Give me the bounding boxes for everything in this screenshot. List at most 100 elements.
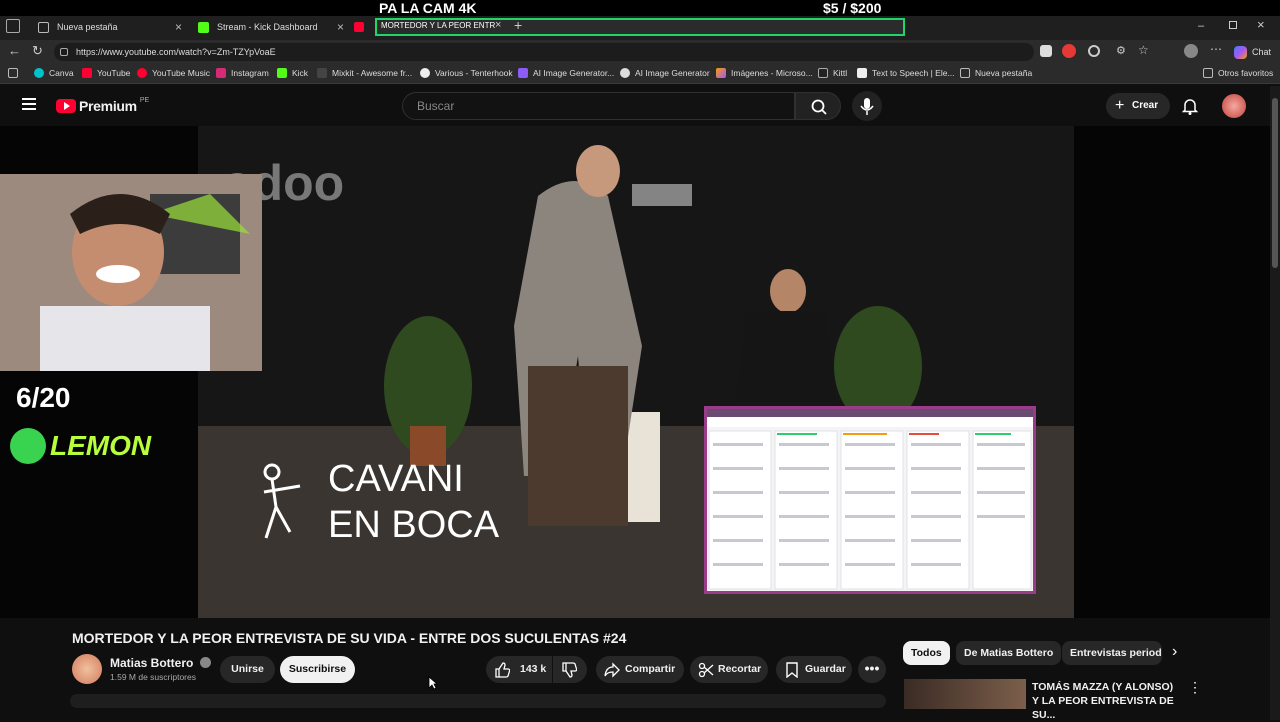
bookmarks-menu-icon[interactable] [8,68,23,78]
join-button[interactable]: Unirse [220,656,275,683]
bookmark-microsoft-images[interactable]: Imágenes - Microso... [716,68,813,78]
extensions-icon[interactable]: ⚙ [1116,44,1126,57]
tab-label: MORTEDOR Y LA PEOR ENTR [381,21,496,30]
scrollbar-thumb[interactable] [1272,98,1278,268]
channel-name[interactable]: Matias Bottero [110,656,211,670]
youtube-premium-logo[interactable]: Premium PE [56,97,149,114]
overlay-counter: 6/20 [16,382,71,413]
copilot-icon [1234,45,1247,59]
bookmark-youtube[interactable]: YouTube [82,68,130,78]
recommended-video-title[interactable]: TOMÁS MAZZA (Y ALONSO) Y LA PEOR ENTREVI… [1032,680,1178,722]
chip-interviews[interactable]: Entrevistas periodís [1062,641,1162,665]
more-icon: ••• [864,660,880,676]
kittl-icon [818,68,828,78]
extension-icon[interactable] [1088,45,1100,57]
folder-icon [1203,68,1213,78]
reload-icon[interactable]: ↻ [32,43,43,59]
minimize-icon[interactable]: – [1198,20,1204,32]
thumbs-up-icon [494,662,510,678]
plus-icon: + [1115,97,1125,114]
close-icon[interactable]: × [175,20,182,34]
search-icon [811,99,827,115]
chat-label: Chat [1252,47,1272,57]
bookmark-youtube-music[interactable]: YouTube Music [137,68,210,78]
elevenlabs-icon [857,68,867,78]
tenterhook-icon [420,68,430,78]
bookmark-tenterhook[interactable]: Various - Tenterhook [420,68,513,78]
crm-kanban-image [707,409,1033,590]
extension-icon[interactable] [1062,44,1076,58]
kick-icon [198,21,209,33]
microphone-icon [860,98,874,115]
tab-new-tab[interactable]: Nueva pestaña × [30,16,188,38]
other-favorites[interactable]: Otros favoritos [1203,68,1273,78]
page-scrollbar[interactable] [1270,86,1280,720]
maximize-icon[interactable] [1229,21,1237,29]
hamburger-menu-icon[interactable] [22,98,36,110]
user-avatar[interactable] [1222,94,1246,118]
tab-actions-icon[interactable] [6,19,20,33]
close-icon[interactable]: × [337,20,344,34]
stream-goal-overlay: PA LA CAM 4K $5 / $200 [0,0,1280,16]
notifications-bell-icon[interactable] [1182,97,1198,115]
mouse-cursor-icon [428,676,438,690]
channel-avatar[interactable] [72,654,102,684]
chevron-right-icon[interactable]: › [1172,643,1177,661]
subscribe-button[interactable]: Suscribirse [280,656,355,683]
site-info-icon[interactable] [60,48,68,56]
bookmark-ai-image-generator-2[interactable]: AI Image Generator [620,68,710,78]
save-button[interactable]: Guardar [776,656,852,683]
bookmark-kick[interactable]: Kick [277,68,308,78]
mixkit-icon [317,68,327,78]
search-button[interactable] [795,92,841,120]
chip-from-channel[interactable]: De Matias Bottero [956,641,1062,665]
close-window-icon[interactable]: × [1257,17,1265,32]
close-icon[interactable]: × [495,19,501,31]
video-player[interactable]: odoo 6/20 LEMON CAVANI EN BOCA [0,126,1270,618]
crm-screenshot-inset [704,406,1036,594]
share-icon [604,662,620,678]
youtube-header: Premium PE Buscar + Crear [0,86,1270,126]
page-icon [960,68,970,78]
video-options-icon[interactable]: ⋮ [1188,680,1202,694]
url-field[interactable]: https://www.youtube.com/watch?v=Zm-TZYpV… [54,43,1034,61]
extension-icon[interactable] [1040,45,1052,57]
more-actions-button[interactable]: ••• [858,656,886,683]
lemon-sponsor-badge: LEMON [10,428,151,464]
dislike-button[interactable] [553,656,587,683]
tab-label: Stream - Kick Dashboard [217,22,318,32]
bookmarks-bar: Canva YouTube YouTube Music Instagram Ki… [0,64,1280,84]
tab-label: Nueva pestaña [57,22,118,32]
description-box[interactable] [70,694,886,708]
streamer-webcam [0,174,262,371]
bookmark-instagram[interactable]: Instagram [216,68,269,78]
profile-icon[interactable] [1184,44,1198,58]
share-button[interactable]: Compartir [596,656,684,683]
bookmark-mixkit[interactable]: Mixkit - Awesome fr... [317,68,412,78]
create-button[interactable]: + Crear [1106,93,1170,119]
thumbs-down-icon [561,662,577,678]
tab-youtube-active[interactable]: MORTEDOR Y LA PEOR ENTR × + [375,17,905,36]
youtube-music-icon [137,68,147,78]
video-caption: CAVANI EN BOCA [328,458,500,546]
clip-button[interactable]: Recortar [690,656,768,683]
new-tab-icon[interactable]: + [514,17,522,33]
bookmark-new-tab[interactable]: Nueva pestaña [960,68,1032,78]
recommended-video-thumbnail[interactable] [904,679,1026,709]
copilot-chat-button[interactable]: Chat [1234,43,1278,61]
bookmark-canva[interactable]: Canva [34,68,74,78]
back-icon[interactable]: ← [8,43,21,58]
bookmark-text-to-speech[interactable]: Text to Speech | Ele... [857,68,955,78]
like-button[interactable]: 143 k [486,656,552,683]
voice-search-button[interactable] [852,91,882,121]
search-input[interactable]: Buscar [402,92,795,120]
scissors-icon [698,662,714,678]
tab-kick-dashboard[interactable]: Stream - Kick Dashboard × [190,16,350,38]
favorites-icon[interactable]: ☆ [1138,43,1149,57]
chip-todos[interactable]: Todos [903,641,950,665]
bookmark-kittl[interactable]: Kittl [818,68,847,78]
ai-image-icon [518,68,528,78]
more-menu-icon[interactable]: ⋯ [1210,42,1222,56]
bookmark-ai-image-generator-1[interactable]: AI Image Generator... [518,68,614,78]
kick-icon [277,68,287,78]
